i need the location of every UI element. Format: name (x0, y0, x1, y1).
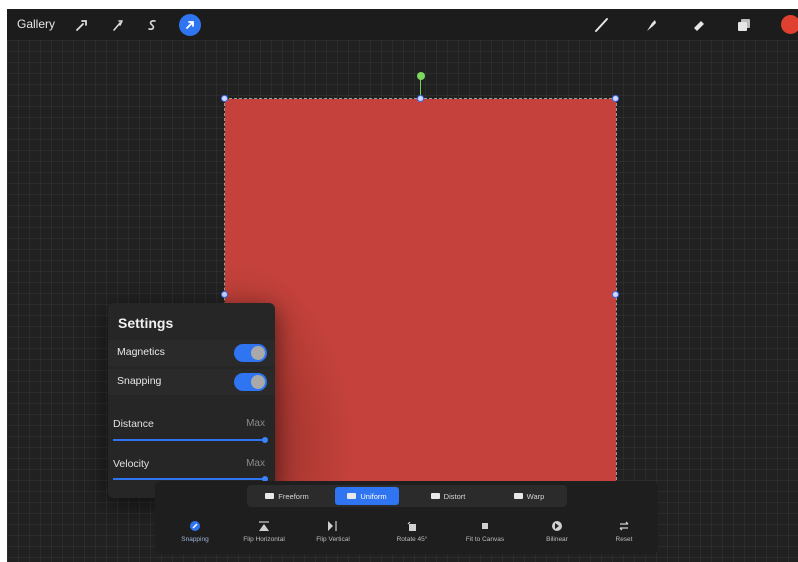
snapping-row: Snapping (108, 369, 275, 395)
velocity-value: Max (246, 458, 265, 469)
fit-to-canvas-button[interactable]: Fit to Canvas (450, 519, 520, 543)
magnetics-toggle[interactable] (234, 344, 267, 362)
fit-canvas-icon (482, 523, 488, 529)
rotation-handle[interactable] (417, 72, 425, 80)
settings-title: Settings (118, 315, 174, 331)
rotate-button[interactable]: Rotate 45° (377, 519, 447, 543)
distort-icon (430, 493, 440, 499)
wrench-icon[interactable] (71, 14, 93, 36)
flip-horizontal-button[interactable]: Flip Horizontal (229, 519, 299, 543)
bilinear-button[interactable]: Bilinear (522, 519, 592, 543)
uniform-icon (347, 493, 357, 499)
handle-middle-left[interactable] (221, 291, 228, 298)
snapping-icon (190, 521, 200, 531)
transform-mode-bar: Freeform Uniform Distort Warp (247, 485, 567, 507)
color-swatch[interactable] (781, 15, 798, 34)
reset-icon (619, 521, 629, 531)
brush-icon[interactable] (591, 14, 613, 36)
distance-slider-fill (113, 439, 265, 441)
snapping-label: Snapping (117, 375, 162, 387)
flip-vertical-icon (328, 521, 337, 531)
distance-slider[interactable] (113, 437, 268, 443)
transform-toolbar: Freeform Uniform Distort Warp Snapping F… (155, 481, 658, 554)
mode-freeform[interactable]: Freeform (251, 487, 323, 505)
magnetics-row: Magnetics (108, 340, 275, 366)
reset-button[interactable]: Reset (589, 519, 659, 543)
layers-icon[interactable] (733, 14, 755, 36)
warp-icon (513, 493, 523, 499)
distance-slider-thumb[interactable] (262, 437, 268, 443)
procreate-app: Gallery Settings Magnetics Snapping Dist… (7, 9, 798, 562)
velocity-slider[interactable] (113, 476, 268, 482)
mode-distort[interactable]: Distort (415, 487, 481, 505)
flip-horizontal-icon (259, 521, 269, 531)
handle-top-center[interactable] (417, 95, 424, 102)
velocity-label: Velocity (113, 458, 150, 470)
magnetics-label: Magnetics (117, 346, 165, 358)
cursor-arrow-icon[interactable] (179, 14, 201, 36)
distance-value: Max (246, 418, 265, 429)
freeform-icon (265, 493, 275, 499)
handle-middle-right[interactable] (612, 291, 619, 298)
gallery-button[interactable]: Gallery (17, 17, 55, 31)
eraser-icon[interactable] (688, 14, 710, 36)
snapping-button[interactable]: Snapping (160, 519, 230, 543)
magic-wand-icon[interactable] (107, 14, 129, 36)
mode-warp[interactable]: Warp (497, 487, 561, 505)
snapping-toggle[interactable] (234, 373, 267, 391)
smudge-icon[interactable] (640, 14, 662, 36)
distance-label: Distance (113, 418, 154, 430)
handle-top-right[interactable] (612, 95, 619, 102)
selection-s-icon[interactable] (141, 14, 163, 36)
top-toolbar: Gallery (7, 9, 798, 40)
rotate-icon (407, 521, 416, 531)
interpolation-icon (552, 521, 562, 531)
flip-vertical-button[interactable]: Flip Vertical (298, 519, 368, 543)
velocity-slider-fill (113, 478, 265, 480)
settings-popover: Settings Magnetics Snapping Distance Max… (108, 303, 275, 498)
mode-uniform[interactable]: Uniform (335, 487, 399, 505)
handle-top-left[interactable] (221, 95, 228, 102)
